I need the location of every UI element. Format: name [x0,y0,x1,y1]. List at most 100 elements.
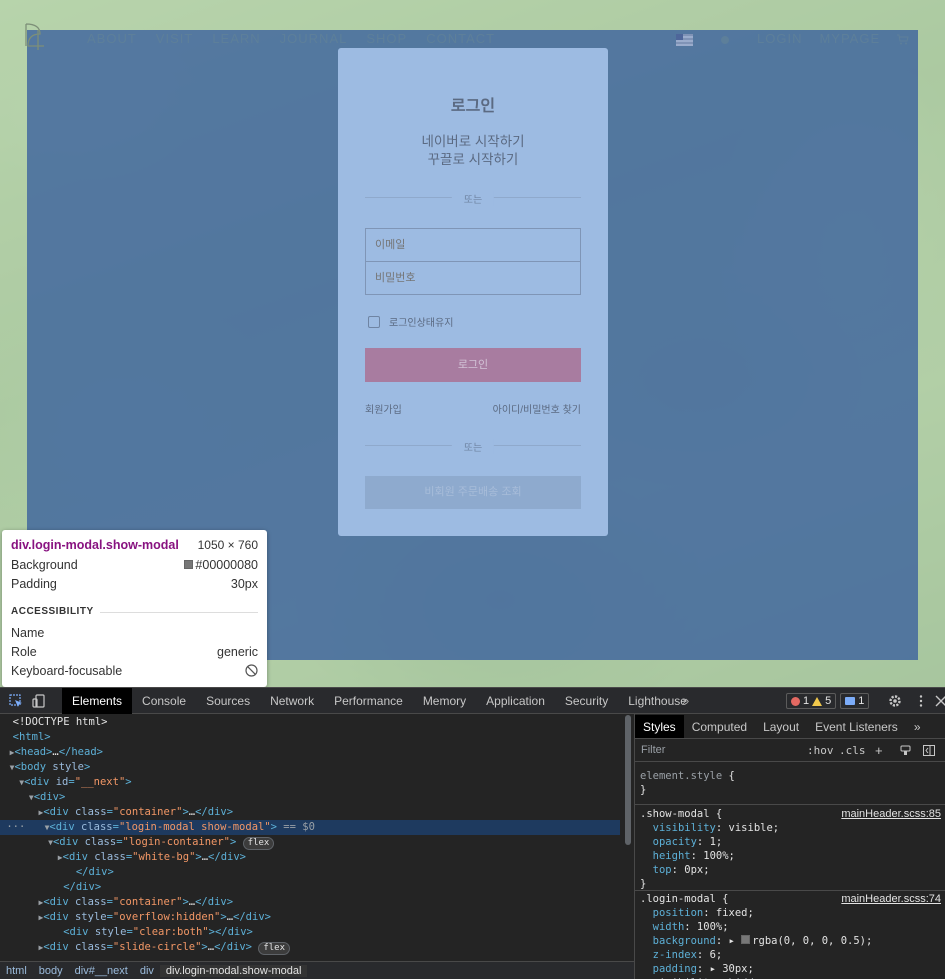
css-rule-login-modal[interactable]: .login-modal {mainHeader.scss:74 positio… [635,892,945,979]
source-link[interactable]: mainHeader.scss:74 [841,892,941,906]
dom-node[interactable]: ▼<body style> [0,760,620,775]
dom-node[interactable]: ▶<head>…</head> [0,745,620,760]
color-swatch-icon [184,560,194,569]
hover-state-button[interactable]: :hov [807,744,834,757]
css-rule-element-style[interactable]: element.style { } [635,769,945,805]
nav-login[interactable]: LOGIN [757,31,802,46]
dom-node[interactable]: <div style="clear:both"></div> [0,925,620,940]
divider-label: 또는 [451,191,495,206]
dom-node[interactable]: ▼<div class="login-container"> flex [0,835,620,850]
tab-styles[interactable]: Styles [635,715,684,738]
kr-flag-icon[interactable] [718,34,732,46]
dom-tree[interactable]: <!DOCTYPE html> <html> ▶<head>…</head> ▼… [0,715,622,955]
dom-node[interactable]: <!DOCTYPE html> [0,715,620,730]
dom-node[interactable]: </div> [0,880,620,895]
filter-input[interactable]: Filter [641,744,665,756]
signup-link[interactable]: 회원가입 [365,401,402,416]
dom-node[interactable]: ▶<div class="white-bg">…</div> [0,850,620,865]
css-rule-show-modal[interactable]: .show-modal {mainHeader.scss:85 visibili… [635,807,945,891]
tab-console[interactable]: Console [132,688,196,714]
paint-bucket-icon[interactable] [900,745,911,756]
error-count-badge[interactable]: 1 5 [786,693,837,709]
tooltip-selector: div.login-modal.show-modal [11,538,179,552]
nav-about[interactable]: ABOUT [87,31,137,46]
dom-node[interactable]: ▶<div class="container">…</div> [0,805,620,820]
guest-order-button[interactable]: 비회원 주문배송 조회 [365,476,581,509]
styles-tabs: Styles Computed Layout Event Listeners » [635,715,945,739]
tab-network[interactable]: Network [260,688,324,714]
sidebar-toggle-icon[interactable] [923,745,935,756]
nav-shop[interactable]: SHOP [366,31,407,46]
email-field[interactable] [365,228,581,262]
more-options-icon[interactable] [914,694,928,708]
nav-mypage[interactable]: MYPAGE [819,31,880,46]
password-field[interactable] [365,261,581,295]
breadcrumb-item[interactable]: body [33,965,69,977]
divider [100,612,258,613]
issue-counters[interactable]: 1 5 1 [786,693,870,709]
tab-sources[interactable]: Sources [196,688,260,714]
dom-tree-scrollbar[interactable] [625,715,631,845]
tab-event-listeners[interactable]: Event Listeners [807,715,906,738]
message-count-badge[interactable]: 1 [840,693,870,709]
nav-contact[interactable]: CONTACT [426,31,495,46]
nav-learn[interactable]: LEARN [212,31,260,46]
more-tabs-button[interactable]: » [906,715,929,738]
more-tabs-button[interactable]: » [682,693,689,708]
tab-application[interactable]: Application [476,688,555,714]
nav-journal[interactable]: JOURNAL [280,31,348,46]
tooltip-label: Background [11,558,78,572]
tab-elements[interactable]: Elements [62,688,133,714]
background-value: #00000080 [195,558,258,572]
breadcrumb-item-active[interactable]: div.login-modal.show-modal [159,965,308,977]
dom-node[interactable]: </div> [0,865,620,880]
dom-node[interactable]: ▶<div class="container">…</div> [0,895,620,910]
nav-visit[interactable]: VISIT [156,31,194,46]
gear-icon[interactable] [888,694,902,708]
close-icon[interactable] [934,694,945,708]
dom-node[interactable]: ▼<div> [0,790,620,805]
cart-icon[interactable] [897,34,909,45]
keep-login-checkbox[interactable] [368,315,380,328]
tooltip-size: 1050 × 760 [197,538,258,552]
color-swatch-icon[interactable] [741,935,751,944]
login-button[interactable]: 로그인 [365,348,581,382]
breadcrumb-item[interactable]: div#__next [69,965,134,977]
tab-memory[interactable]: Memory [413,688,476,714]
dom-node-selected[interactable]: ··· ▼<div class="login-modal show-modal"… [0,820,620,835]
find-account-link[interactable]: 아이디/비밀번호 찾기 [493,401,581,416]
message-count: 1 [858,695,865,707]
google-login-link[interactable]: 꾸끌로 시작하기 [338,148,608,168]
tab-security[interactable]: Security [555,688,618,714]
naver-login-link[interactable]: 네이버로 시작하기 [338,130,608,150]
tooltip-value: generic [217,645,258,659]
page-viewport: ABOUT VISIT LEARN JOURNAL SHOP CONTACT L… [0,0,945,687]
dom-node[interactable]: <html> [0,730,620,745]
tooltip-label: Keyboard-focusable [11,664,123,678]
tab-performance[interactable]: Performance [324,688,413,714]
tooltip-role-row: Role generic [11,645,258,659]
tab-layout[interactable]: Layout [755,715,807,738]
dom-node[interactable]: ▶<div style="overflow:hidden">…</div> [0,910,620,925]
breadcrumb-item[interactable]: div [134,965,160,977]
accessibility-heading: ACCESSIBILITY [11,606,94,617]
device-toolbar-icon[interactable] [32,694,46,708]
class-toggle-button[interactable]: .cls [839,744,866,757]
tooltip-background-row: Background #00000080 [11,558,258,572]
brand-logo-icon[interactable] [22,20,48,52]
inspect-element-icon[interactable] [9,694,23,708]
add-rule-icon[interactable]: + [875,743,883,758]
breadcrumb: html body div#__next div div.login-modal… [0,961,634,979]
flex-badge[interactable]: flex [242,837,275,850]
dom-node[interactable]: ▼<div id="__next"> [0,775,620,790]
us-flag-icon[interactable] [676,33,693,46]
error-count: 1 [803,695,810,707]
flex-badge[interactable]: flex [258,942,291,955]
tab-computed[interactable]: Computed [684,715,755,738]
dom-node[interactable]: ▶<div class="slide-circle">…</div> flex [0,940,620,955]
keep-login-option[interactable]: 로그인상태유지 [368,314,453,329]
breadcrumb-item[interactable]: html [0,965,33,977]
inspector-tooltip: div.login-modal.show-modal 1050 × 760 Ba… [2,530,267,687]
source-link[interactable]: mainHeader.scss:85 [841,807,941,821]
devtools-tabs: Elements Console Sources Network Perform… [62,688,697,714]
